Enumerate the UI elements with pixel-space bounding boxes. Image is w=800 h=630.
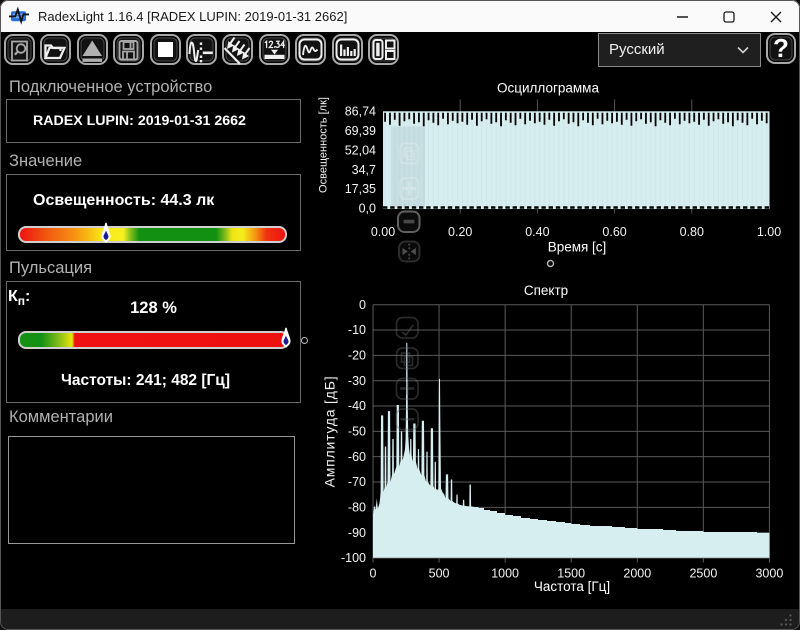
svg-text:69,39: 69,39 — [345, 124, 376, 138]
svg-text:-20: -20 — [348, 349, 366, 363]
svg-text:17,35: 17,35 — [345, 182, 376, 196]
svg-text:-80: -80 — [348, 501, 366, 515]
svg-text:86,74: 86,74 — [345, 105, 376, 119]
svg-text:-90: -90 — [348, 526, 366, 540]
svg-text:-10: -10 — [348, 323, 366, 337]
svg-text:0: 0 — [370, 567, 377, 581]
svg-text:Амплитуда [дБ]: Амплитуда [дБ] — [322, 376, 338, 488]
svg-text:Частота [Гц]: Частота [Гц] — [534, 579, 610, 594]
svg-text:500: 500 — [429, 567, 450, 581]
svg-text:Освещенность [лк]: Освещенность [лк] — [318, 97, 330, 193]
svg-text:2000: 2000 — [623, 567, 651, 581]
svg-text:-60: -60 — [348, 450, 366, 464]
svg-text:0.60: 0.60 — [602, 225, 626, 239]
svg-text:-50: -50 — [348, 425, 366, 439]
svg-text:0,0: 0,0 — [359, 202, 376, 216]
svg-text:-100: -100 — [341, 551, 366, 565]
svg-text:0: 0 — [359, 298, 366, 312]
svg-text:-70: -70 — [348, 475, 366, 489]
svg-text:-30: -30 — [348, 374, 366, 388]
svg-text:0.20: 0.20 — [448, 225, 472, 239]
svg-text:1.00: 1.00 — [757, 225, 781, 239]
svg-text:-40: -40 — [348, 399, 366, 413]
svg-text:0.80: 0.80 — [680, 225, 704, 239]
svg-text:Осциллограмма: Осциллограмма — [497, 81, 599, 96]
svg-text:0.40: 0.40 — [525, 225, 549, 239]
svg-text:0.00: 0.00 — [371, 225, 395, 239]
svg-text:2500: 2500 — [689, 567, 717, 581]
svg-text:52,04: 52,04 — [345, 143, 376, 157]
svg-text:3000: 3000 — [755, 567, 783, 581]
svg-text:34,7: 34,7 — [352, 163, 376, 177]
svg-text:Время [с]: Время [с] — [548, 240, 607, 255]
svg-text:1000: 1000 — [491, 567, 519, 581]
svg-text:Спектр: Спектр — [524, 283, 568, 298]
